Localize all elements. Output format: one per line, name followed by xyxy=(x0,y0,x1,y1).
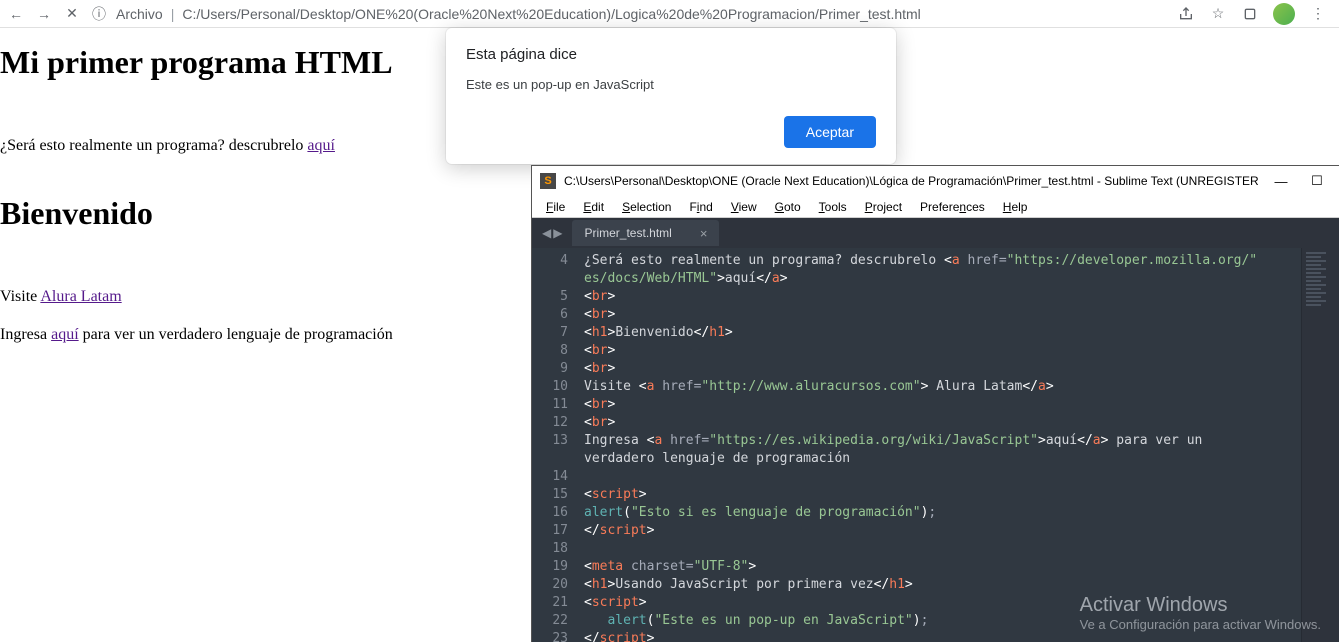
browser-toolbar: ← → ✕ ⓘ Archivo | C:/Users/Personal/Desk… xyxy=(0,0,1339,28)
tab-next-icon[interactable]: ▶ xyxy=(553,226,562,240)
menu-project[interactable]: Project xyxy=(857,198,910,216)
tab-close-icon[interactable]: × xyxy=(700,226,708,241)
info-icon[interactable]: ⓘ xyxy=(90,5,108,23)
menu-edit[interactable]: Edit xyxy=(575,198,612,216)
line-gutter: 4 5678910111213 14151617181920212223 xyxy=(532,248,578,642)
address-separator: | xyxy=(171,6,175,22)
sublime-window: S C:\Users\Personal\Desktop\ONE (Oracle … xyxy=(532,166,1339,642)
menu-tools[interactable]: Tools xyxy=(811,198,855,216)
editor-body: 4 5678910111213 14151617181920212223 ¿Se… xyxy=(532,248,1339,642)
sublime-title: C:\Users\Personal\Desktop\ONE (Oracle Ne… xyxy=(564,174,1259,188)
profile-avatar[interactable] xyxy=(1273,3,1295,25)
menu-find[interactable]: Find xyxy=(681,198,720,216)
minimize-button[interactable]: — xyxy=(1267,174,1295,189)
bookmark-icon[interactable]: ☆ xyxy=(1209,5,1227,23)
alert-dialog: Esta página dice Este es un pop-up en Ja… xyxy=(446,28,896,164)
extensions-icon[interactable] xyxy=(1241,5,1259,23)
sublime-logo-icon: S xyxy=(540,173,556,189)
menu-file[interactable]: File xyxy=(538,198,573,216)
sublime-tabbar: ◀ ▶ Primer_test.html × xyxy=(532,218,1339,248)
menu-selection[interactable]: Selection xyxy=(614,198,679,216)
back-button[interactable]: ← xyxy=(6,6,26,22)
stop-button[interactable]: ✕ xyxy=(62,5,82,22)
forward-button[interactable]: → xyxy=(34,6,54,22)
menu-preferences[interactable]: Preferences xyxy=(912,198,993,216)
scheme-label: Archivo xyxy=(116,6,163,22)
tab-label: Primer_test.html xyxy=(584,226,671,240)
share-icon[interactable] xyxy=(1177,5,1195,23)
tab-nav: ◀ ▶ xyxy=(536,226,568,240)
address-bar[interactable]: C:/Users/Personal/Desktop/ONE%20(Oracle%… xyxy=(182,6,1169,22)
menu-view[interactable]: View xyxy=(723,198,765,216)
alert-message: Este es un pop-up en JavaScript xyxy=(466,77,876,92)
code-area[interactable]: ¿Será esto realmente un programa? descru… xyxy=(578,248,1301,642)
alert-ok-button[interactable]: Aceptar xyxy=(784,116,876,148)
menu-goto[interactable]: Goto xyxy=(767,198,809,216)
sublime-titlebar[interactable]: S C:\Users\Personal\Desktop\ONE (Oracle … xyxy=(532,166,1339,196)
maximize-button[interactable]: ☐ xyxy=(1303,173,1331,189)
tab-prev-icon[interactable]: ◀ xyxy=(542,226,551,240)
menu-help[interactable]: Help xyxy=(995,198,1036,216)
editor-tab[interactable]: Primer_test.html × xyxy=(572,220,719,246)
minimap[interactable] xyxy=(1301,248,1339,642)
more-icon[interactable]: ⋮ xyxy=(1309,5,1327,23)
alert-title: Esta página dice xyxy=(466,46,876,63)
sublime-menubar: File Edit Selection Find View Goto Tools… xyxy=(532,196,1339,218)
